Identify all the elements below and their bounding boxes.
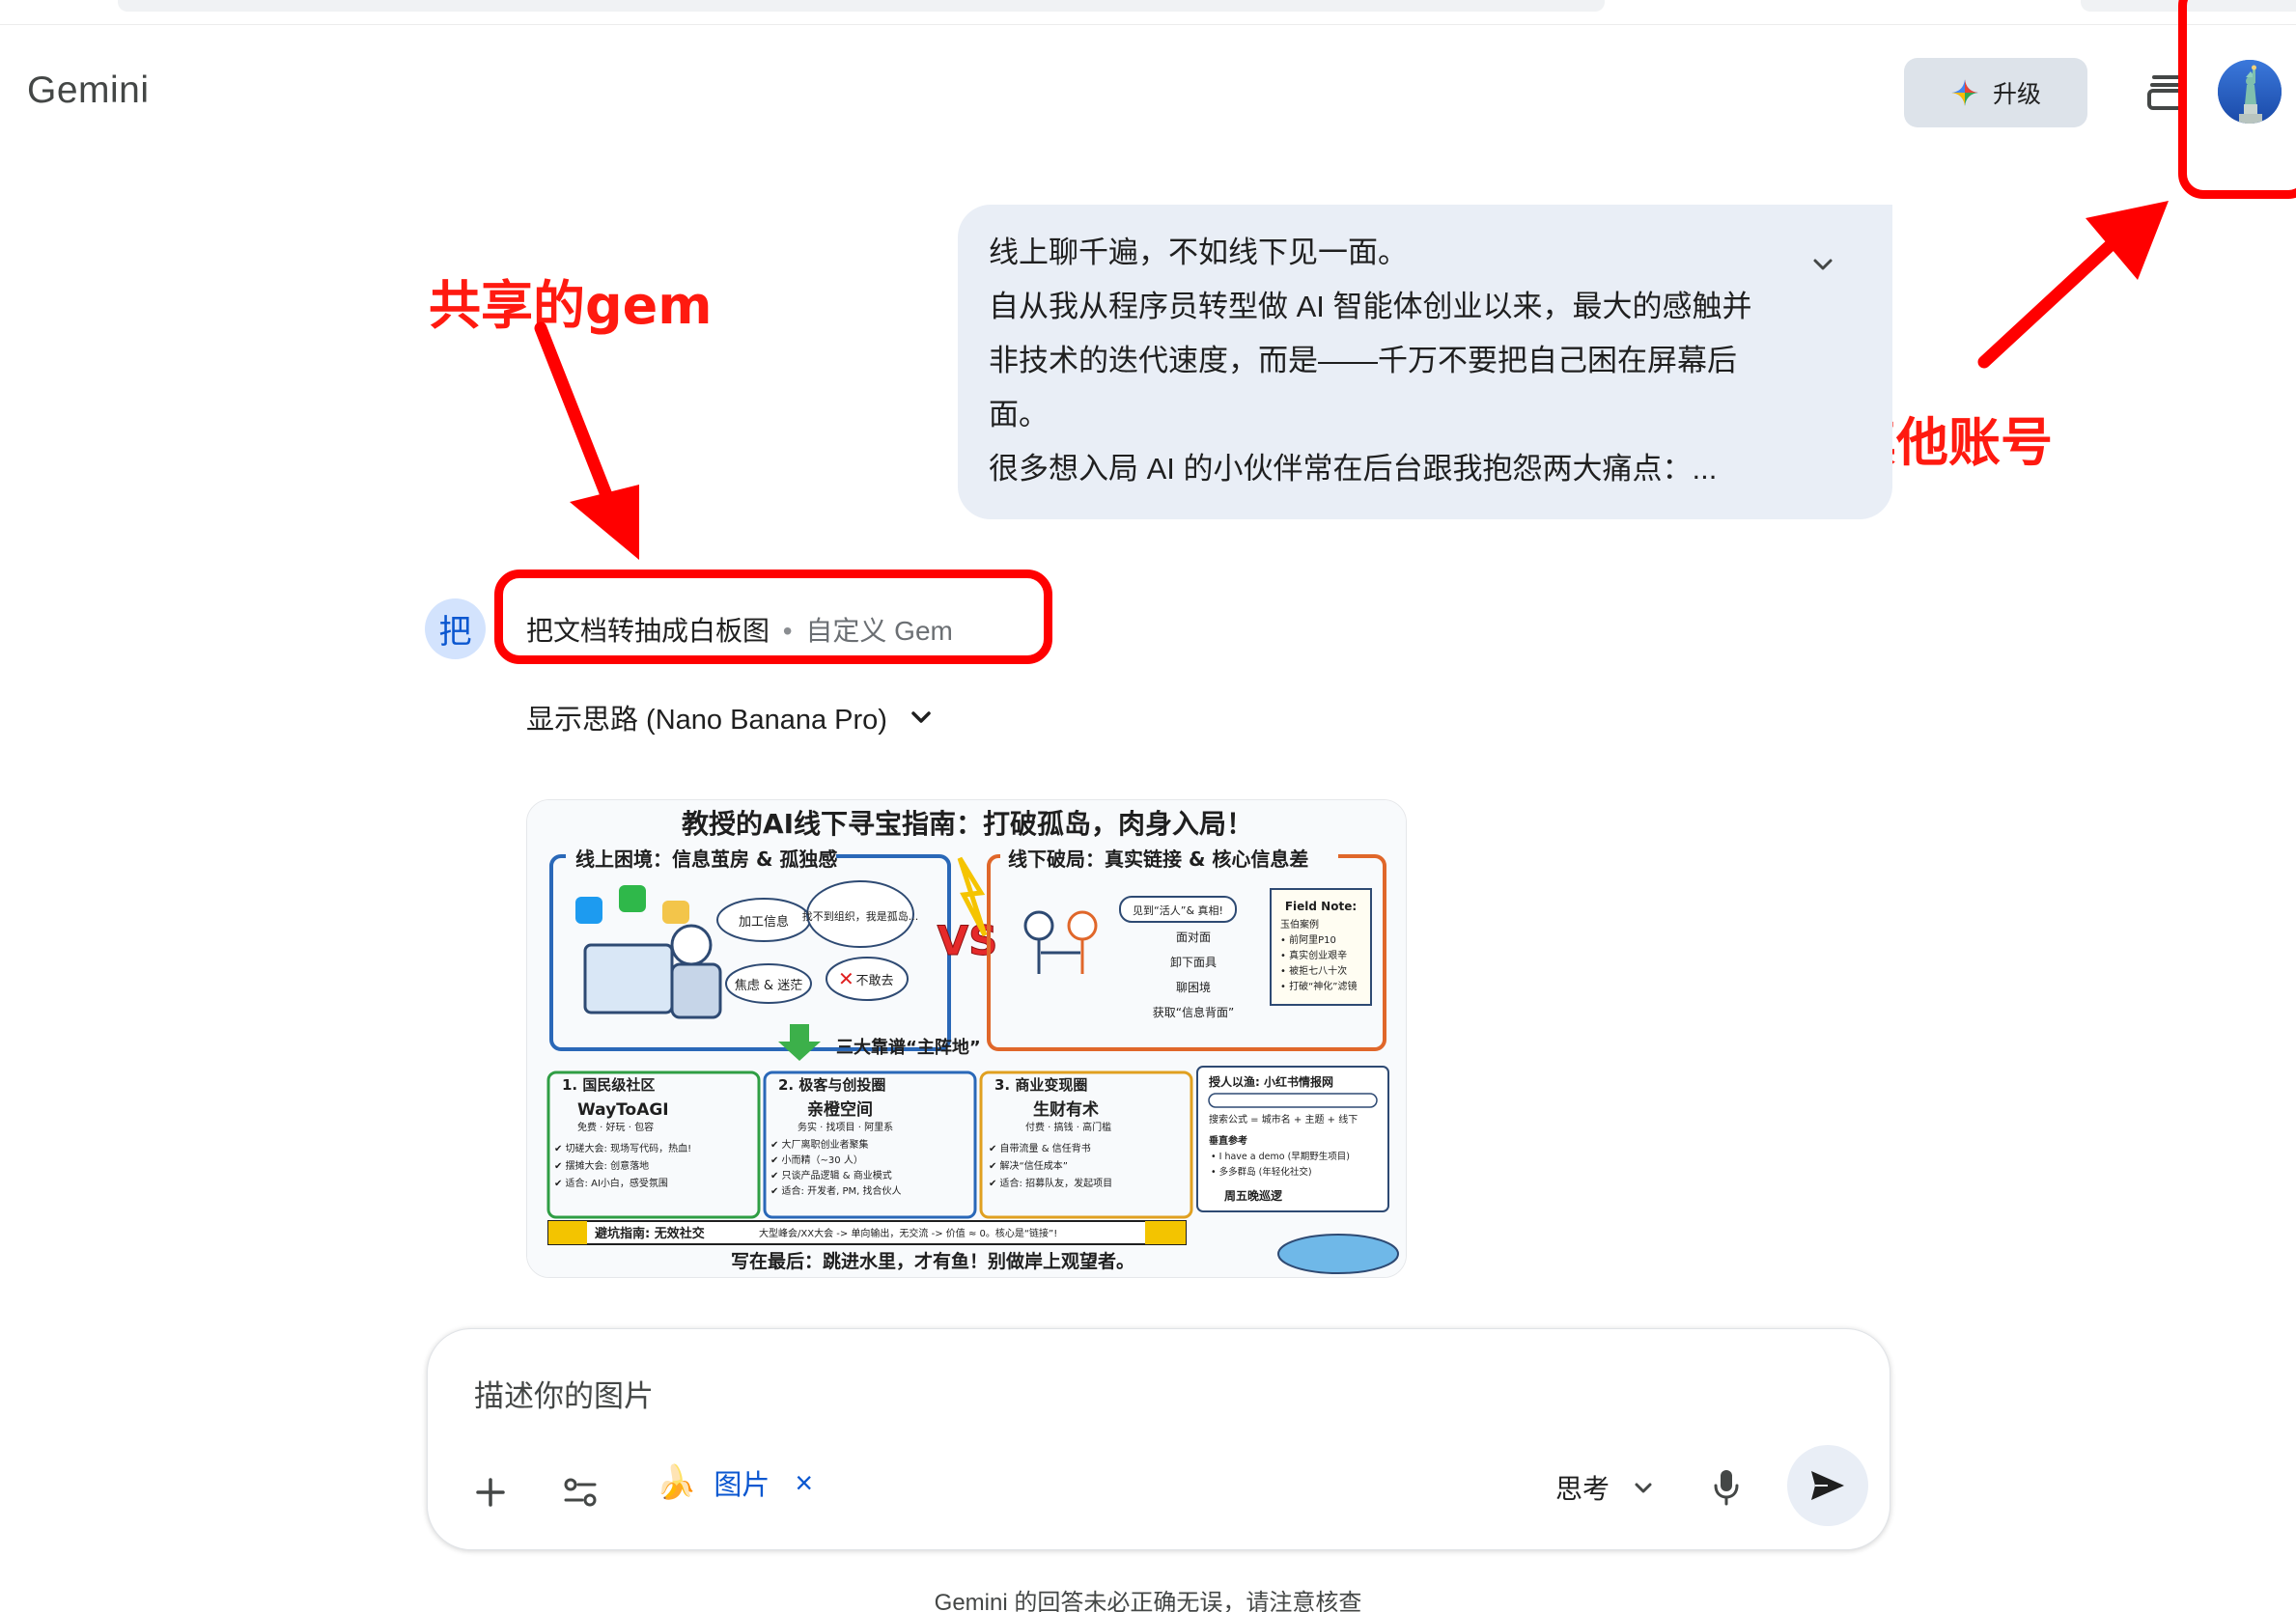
user-message-line: 非技术的迭代速度，而是——千万不要把自己困在屏幕后 xyxy=(989,344,1737,377)
sparkle-icon xyxy=(1951,79,1978,106)
send-button[interactable] xyxy=(1787,1445,1868,1526)
field-note-line: • 打破“神化”滤镜 xyxy=(1280,980,1357,992)
show-thoughts-toggle[interactable]: 显示思路 (Nano Banana Pro) xyxy=(526,697,936,737)
annotation-arrowhead-account xyxy=(2086,201,2169,280)
user-message-line: 线上聊千遍，不如线下见一面。 xyxy=(989,236,1408,269)
chevron-down-icon xyxy=(911,711,931,723)
card-item: ✔ 解决“信任成本” xyxy=(989,1159,1068,1172)
app-title[interactable]: Gemini xyxy=(27,69,150,112)
gem-name: 把文档转抽成白板图 xyxy=(526,616,770,646)
user-message-line: 很多想入局 AI 的小伙伴常在后台跟我抱怨两大痛点：... xyxy=(989,452,1718,486)
flow-step: 聊困境 xyxy=(1176,980,1211,994)
bubble-lost: 找不到组织，我是孤岛... xyxy=(802,909,919,923)
whiteboard-footer: 写在最后：跳进水里，才有鱼！别做岸上观望者。 xyxy=(731,1250,1134,1272)
fish-item: • I have a demo (早期野生项目) xyxy=(1211,1151,1350,1162)
tune-icon[interactable] xyxy=(563,1476,598,1509)
flow-step: 获取“信息背面” xyxy=(1153,1005,1234,1019)
gem-separator: • xyxy=(782,616,793,646)
prompt-input[interactable]: 描述你的图片 xyxy=(474,1372,654,1415)
whiteboard-illustration-person xyxy=(583,943,674,1014)
card-item: ✔ 只谈产品逻辑 & 商业模式 xyxy=(770,1169,892,1181)
show-thoughts-label: 显示思路 (Nano Banana Pro) xyxy=(526,705,887,736)
user-message-bubble[interactable]: 线上聊千遍，不如线下见一面。 自从我从程序员转型做 AI 智能体创业以来，最大的… xyxy=(958,205,1892,519)
card-item: ✔ 适合: 招募队友，发起项目 xyxy=(989,1177,1112,1189)
card-tag: 付费 · 搞钱 · 高门槛 xyxy=(1025,1121,1111,1133)
card-name: WayToAGI xyxy=(577,1100,669,1120)
chevron-down-icon[interactable] xyxy=(1807,249,1838,280)
image-tool-chip[interactable]: 🍌 图片 × xyxy=(656,1462,813,1503)
annotation-box-avatar xyxy=(2178,0,2296,199)
flow-step: 卸下面具 xyxy=(1170,955,1217,969)
fish-weekend: 周五晚巡逻 xyxy=(1224,1188,1283,1203)
card-title: 3. 商业变现圈 xyxy=(994,1076,1087,1094)
mode-selector[interactable]: 思考 xyxy=(1555,1468,1656,1507)
bubble-anxiety: 焦虑 & 迷茫 xyxy=(735,979,802,993)
gem-avatar[interactable]: 把 xyxy=(425,598,486,659)
card-tag: 免费 · 好玩 · 包容 xyxy=(577,1121,654,1133)
panel-left-title: 线上困境：信息茧房 & 孤独感 xyxy=(575,848,837,871)
annotation-arrow-account xyxy=(1977,236,2119,369)
image-tool-label: 图片 xyxy=(714,1470,770,1501)
whiteboard-title: 教授的AI线下寻宝指南：打破孤岛，肉身入局！ xyxy=(682,808,1253,840)
field-note-title: Field Note: xyxy=(1285,900,1357,913)
card-name: 亲橙空间 xyxy=(807,1099,873,1120)
browser-top-strip xyxy=(0,0,2296,25)
user-message-line: 自从我从程序员转型做 AI 智能体创业以来，最大的感触并 xyxy=(989,290,1752,323)
fish-title: 授人以渔: 小红书情报网 xyxy=(1209,1074,1333,1089)
card-item: ✔ 摆摊大会: 创意落地 xyxy=(554,1159,649,1172)
fish-formula: 搜索公式 = 城市名 + 主题 + 线下 xyxy=(1209,1113,1358,1126)
chevron-down-icon xyxy=(1635,1483,1652,1493)
gem-type: 自定义 Gem xyxy=(805,616,953,646)
card-item: ✔ 大厂离职创业者聚集 xyxy=(770,1138,869,1151)
meet-bubble: 见到“活人”& 真相! xyxy=(1133,903,1223,917)
banana-icon: 🍌 xyxy=(656,1464,697,1501)
upgrade-label: 升级 xyxy=(1992,81,2041,108)
three-bases-label: 三大靠谱“主阵地” xyxy=(836,1037,981,1058)
panel-right-title: 线下破局：真实链接 & 核心信息差 xyxy=(1008,848,1308,871)
annotation-arrow-gem xyxy=(534,321,615,507)
card-item: ✔ 切磋大会: 现场写代码，热血! xyxy=(554,1142,691,1154)
mic-icon[interactable] xyxy=(1712,1468,1741,1507)
flow-step: 面对面 xyxy=(1176,931,1211,944)
card-name: 生财有术 xyxy=(1033,1099,1099,1120)
send-icon xyxy=(1811,1471,1844,1500)
card-item: ✔ 小而精（~30 人） xyxy=(770,1153,863,1166)
pitfall-title: 避坑指南: 无效社交 xyxy=(595,1226,705,1241)
bubble-process: 加工信息 xyxy=(739,914,789,930)
annotation-shared-gem: 共享的gem xyxy=(429,275,713,336)
close-icon[interactable]: × xyxy=(795,1465,813,1501)
upgrade-button[interactable]: 升级 xyxy=(1904,58,2087,127)
plus-icon[interactable] xyxy=(474,1476,507,1509)
svg-text:✕: ✕ xyxy=(838,967,854,990)
prompt-composer[interactable]: 描述你的图片 🍌 图片 × 思考 xyxy=(427,1328,1890,1550)
card-item: ✔ 适合: 开发者, PM, 找合伙人 xyxy=(770,1184,901,1197)
address-bar[interactable] xyxy=(118,0,1605,12)
card-tag: 务实 · 找项目 · 阿里系 xyxy=(798,1121,893,1133)
gem-label[interactable]: 把文档转抽成白板图 • 自定义 Gem xyxy=(526,610,953,649)
generated-image[interactable]: 教授的AI线下寻宝指南：打破孤岛，肉身入局！ 线上困境：信息茧房 & 孤独感 加… xyxy=(526,799,1407,1278)
fish-ref: 垂直参考 xyxy=(1209,1134,1247,1147)
user-message-line: 面。 xyxy=(989,398,1049,431)
pitfall-text: 大型峰会/XX大会 -> 单向输出，无交流 -> 价值 ≈ 0。核心是“链接”! xyxy=(759,1227,1057,1239)
disclaimer: Gemini 的回答未必正确无误，请注意核查 xyxy=(934,1590,1362,1612)
bubble-dare: 不敢去 xyxy=(855,974,893,988)
field-note-line: • 前阿里P10 xyxy=(1280,933,1336,946)
field-note-line: • 真实创业艰辛 xyxy=(1280,949,1347,961)
field-note-line: 玉伯案例 xyxy=(1280,918,1319,931)
card-item: ✔ 自带流量 & 信任背书 xyxy=(989,1142,1091,1154)
annotation-arrowhead-gem xyxy=(570,485,639,560)
fish-item: • 多多群岛 (年轻化社交) xyxy=(1211,1166,1312,1178)
field-note-line: • 被拒七八十次 xyxy=(1280,964,1347,977)
card-title: 2. 极客与创投圈 xyxy=(778,1076,885,1094)
card-item: ✔ 适合: AI小白，感受氛围 xyxy=(554,1177,668,1189)
card-title: 1. 国民级社区 xyxy=(562,1076,655,1094)
mode-label: 思考 xyxy=(1555,1474,1610,1504)
